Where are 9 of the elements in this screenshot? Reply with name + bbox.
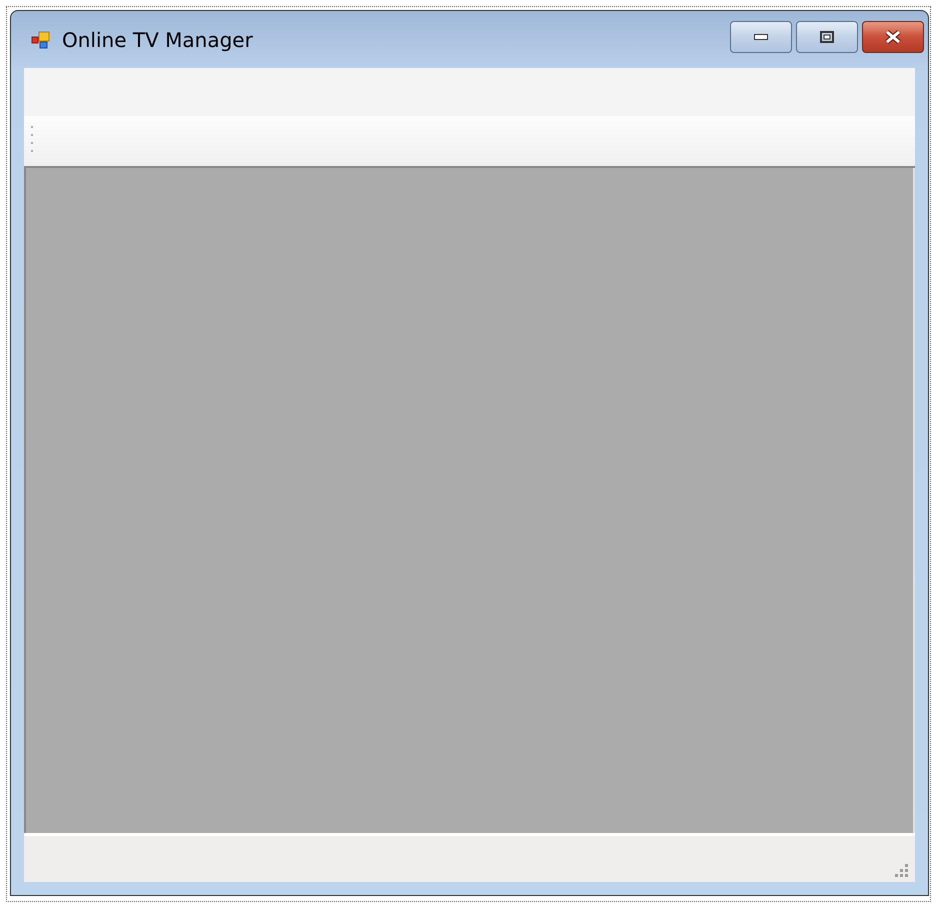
minimize-icon xyxy=(754,34,768,40)
window-title: Online TV Manager xyxy=(62,28,253,52)
maximize-icon xyxy=(820,30,834,42)
size-grip-icon[interactable] xyxy=(895,864,909,878)
close-button[interactable] xyxy=(862,20,924,52)
maximize-button[interactable] xyxy=(796,20,858,52)
minimize-button[interactable] xyxy=(730,20,792,52)
close-icon xyxy=(884,30,902,44)
app-icon xyxy=(30,30,52,50)
